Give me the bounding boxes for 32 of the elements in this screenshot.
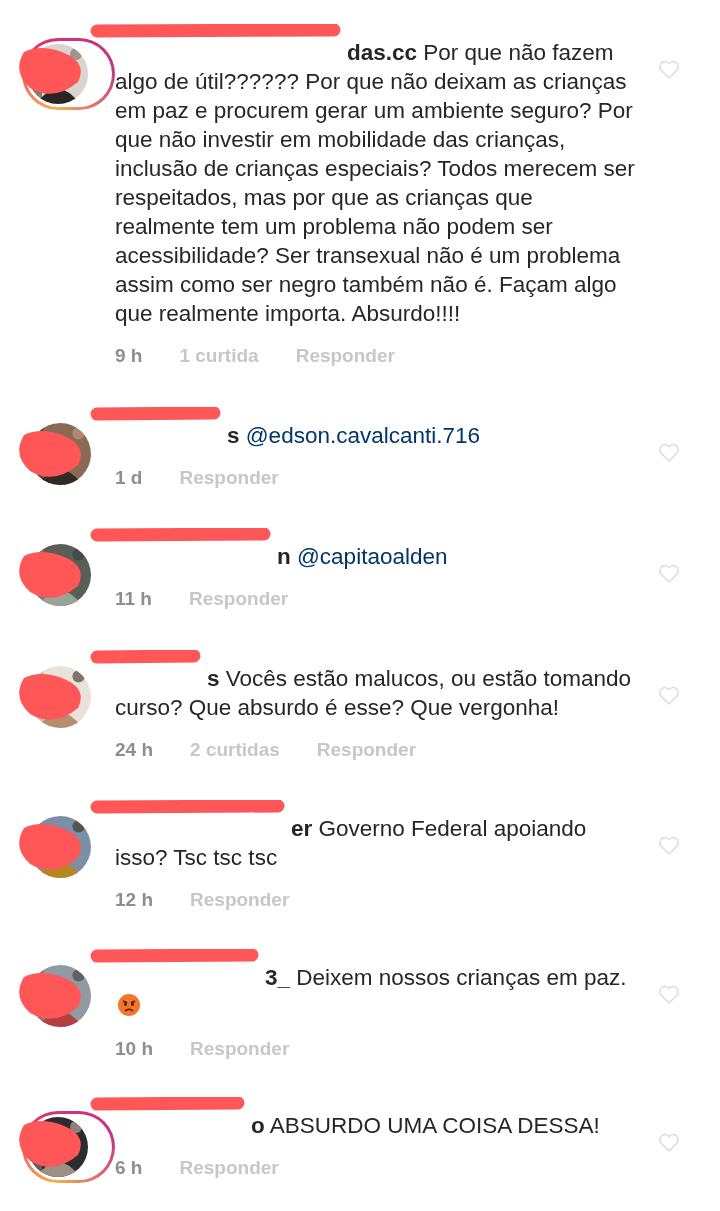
comment-text: das.cc Por que não fazem algo de útil?????? Por que não deixam as crianças em paz e procurem gerar um ambiente seguro? Por que não investir em mobilidade das crianças, inclusão de crianças especiais? Todos merecem ser respeitados, mas por que as crianças que realmente tem um problema não podem ser acessibilidade? Ser transexual não é um problema assim como ser negro também não é. Façam algo que realmente importa. Absurdo!!!! — [115, 39, 635, 328]
comment-time: 10 h — [115, 1036, 154, 1061]
reply-button[interactable]: Responder — [295, 342, 395, 371]
likes-count[interactable]: 1 curtida — [179, 342, 259, 371]
heart-icon[interactable] — [658, 60, 680, 80]
heart-icon[interactable] — [658, 564, 680, 584]
reply-button[interactable]: Responder — [316, 735, 417, 764]
reply-button[interactable]: Responder — [189, 585, 289, 614]
mention-link[interactable]: @capitaoalden — [297, 544, 448, 569]
comment-text: 3_ Deixem nossos crianças em paz. — [115, 962, 635, 1021]
reply-button[interactable]: Responder — [179, 1154, 279, 1183]
comment-text: er Governo Federal apoiando isso? Tsc tsc tsc — [115, 815, 588, 872]
reply-button[interactable]: Responder — [190, 886, 290, 915]
reply-button[interactable]: Responder — [190, 1034, 290, 1063]
comment-time: 11 h — [115, 587, 152, 611]
comment-time: 1 d — [115, 465, 143, 490]
mention-link[interactable]: @edson.cavalcanti.716 — [245, 422, 481, 448]
comment-time: 24 h — [115, 737, 154, 762]
comment-text: n @capitaoalden — [276, 543, 449, 571]
comment-time: 12 h — [115, 888, 154, 912]
heart-icon[interactable] — [658, 1133, 680, 1153]
comment-text: o ABSURDO UMA COISA DESSA! — [250, 1112, 601, 1140]
comment-text: s Vocês estão malucos, ou estão tomando curso? Que absurdo é esse? Que vergonha! — [115, 664, 633, 722]
comment-time: 9 h — [115, 344, 143, 368]
heart-icon[interactable] — [658, 442, 680, 463]
heart-icon[interactable] — [658, 685, 680, 706]
likes-count[interactable]: 2 curtidas — [190, 735, 280, 764]
reply-button[interactable]: Responder — [179, 463, 279, 492]
comment-text: s @edson.cavalcanti.716 — [226, 421, 482, 450]
heart-icon[interactable] — [658, 836, 680, 856]
comment-time: 6 h — [115, 1156, 143, 1180]
heart-icon[interactable] — [658, 984, 680, 1005]
